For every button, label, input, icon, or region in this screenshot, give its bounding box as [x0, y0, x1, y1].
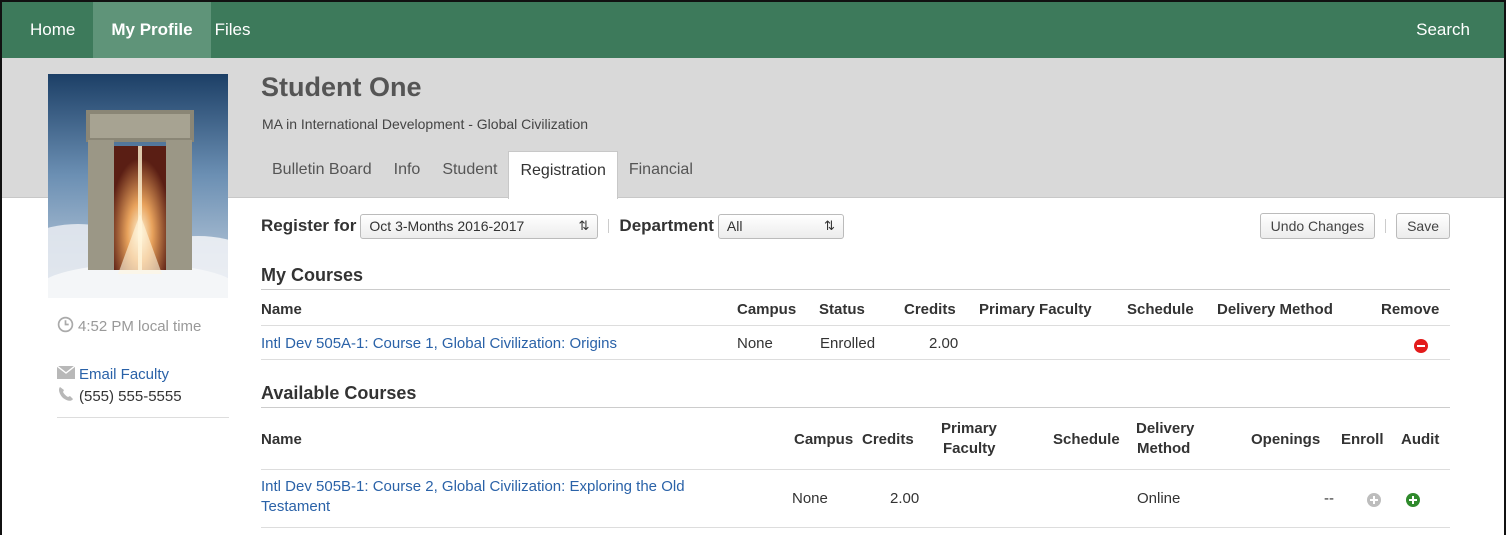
nav-home[interactable]: Home — [2, 2, 93, 58]
department-select[interactable]: All ⇅ — [717, 213, 844, 239]
tab-info[interactable]: Info — [383, 151, 432, 198]
col-campus: Campus — [794, 431, 854, 448]
department-label: Department — [619, 216, 714, 235]
col-remove: Remove — [1381, 301, 1440, 318]
tab-student[interactable]: Student — [431, 151, 508, 198]
my-courses-title: My Courses — [261, 265, 364, 285]
nav-search[interactable]: Search — [1416, 20, 1504, 40]
profile-tabs: Bulletin Board Info Student Registration… — [261, 151, 704, 199]
remove-icon[interactable] — [1414, 339, 1428, 357]
course-link[interactable]: Intl Dev 505A-1: Course 1, Global Civili… — [261, 335, 617, 352]
select-arrows-icon: ⇅ — [578, 218, 590, 233]
register-for-select[interactable]: Oct 3-Months 2016-2017 ⇅ — [360, 213, 599, 239]
col-enroll: Enroll — [1341, 431, 1384, 448]
tab-financial[interactable]: Financial — [618, 151, 704, 198]
register-bar: Register for Oct 3-Months 2016-2017 ⇅ De… — [261, 212, 1450, 240]
course-delivery: Online — [1137, 490, 1181, 507]
course-link-line2: Testament — [261, 498, 331, 515]
col-credits: Credits — [904, 301, 956, 318]
email-row: Email Faculty — [56, 363, 229, 385]
col-schedule: Schedule — [1127, 301, 1194, 318]
course-link-line1: Intl Dev 505B-1: Course 2, Global Civili… — [261, 478, 685, 495]
clock-icon — [57, 316, 74, 337]
course-status: Enrolled — [820, 335, 876, 352]
select-arrows-icon: ⇅ — [823, 218, 835, 233]
col-primary-faculty-line1: Primary — [941, 420, 997, 437]
audit-icon[interactable] — [1406, 493, 1420, 511]
col-primary-faculty: Primary Faculty — [979, 301, 1092, 318]
phone-row: (555) 555-5555 — [57, 385, 229, 407]
my-courses-table: Name Campus Status Credits Primary Facul… — [261, 290, 1450, 360]
available-courses-title: Available Courses — [261, 383, 417, 403]
nav-my-profile[interactable]: My Profile — [93, 2, 211, 58]
col-delivery-method-line1: Delivery — [1136, 420, 1195, 437]
col-schedule: Schedule — [1053, 431, 1120, 448]
register-for-value: Oct 3-Months 2016-2017 — [369, 218, 525, 234]
course-campus: None — [792, 490, 828, 507]
local-time-text: 4:52 PM local time — [78, 318, 202, 335]
col-name: Name — [261, 301, 302, 318]
email-faculty-link[interactable]: Email Faculty — [79, 366, 169, 383]
phone-number: (555) 555-5555 — [79, 387, 182, 405]
page-title: Student One — [261, 72, 422, 102]
table-row: Intl Dev 505B-1: Course 2, Global Civili… — [261, 470, 1450, 528]
course-link[interactable]: Intl Dev 505B-1: Course 2, Global Civili… — [261, 477, 685, 517]
col-credits: Credits — [862, 431, 914, 448]
local-time: 4:52 PM local time — [57, 316, 201, 337]
contact-block: Email Faculty (555) 555-5555 — [56, 363, 229, 418]
save-button[interactable]: Save — [1396, 213, 1450, 239]
avatar — [48, 74, 228, 298]
divider — [608, 219, 610, 233]
course-openings: -- — [1324, 490, 1334, 507]
tab-bulletin-board[interactable]: Bulletin Board — [261, 151, 383, 198]
available-courses-table: Name Campus Credits Primary Faculty Sche… — [261, 408, 1450, 528]
nav-files[interactable]: Files — [211, 2, 269, 58]
col-campus: Campus — [737, 301, 797, 318]
enroll-icon[interactable] — [1367, 493, 1381, 511]
col-delivery-method: Delivery Method — [1217, 301, 1333, 318]
department-value: All — [726, 218, 743, 234]
col-audit: Audit — [1401, 431, 1440, 448]
course-campus: None — [737, 335, 773, 352]
course-credits: 2.00 — [929, 335, 959, 352]
tab-registration[interactable]: Registration — [508, 151, 618, 199]
col-primary-faculty-line2: Faculty — [943, 440, 996, 457]
table-row: Intl Dev 505A-1: Course 1, Global Civili… — [261, 326, 1450, 360]
col-name: Name — [261, 431, 302, 448]
course-credits: 2.00 — [890, 490, 920, 507]
undo-changes-button[interactable]: Undo Changes — [1259, 213, 1376, 239]
register-for-label: Register for — [261, 216, 357, 235]
table-header: Name Campus Status Credits Primary Facul… — [261, 290, 1450, 326]
avatar-image — [48, 74, 228, 298]
top-nav: Home My Profile Files Search — [2, 2, 1504, 58]
divider — [1385, 219, 1387, 233]
envelope-icon — [56, 364, 76, 383]
col-openings: Openings — [1251, 431, 1321, 448]
table-header: Name Campus Credits Primary Faculty Sche… — [261, 408, 1450, 470]
program-subtitle: MA in International Development - Global… — [262, 116, 589, 132]
phone-icon — [57, 386, 75, 406]
col-status: Status — [819, 301, 865, 318]
col-delivery-method-line2: Method — [1137, 440, 1191, 457]
